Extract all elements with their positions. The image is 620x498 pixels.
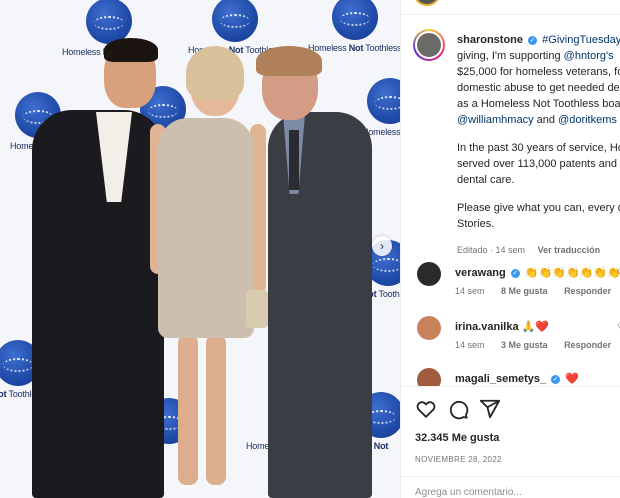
author-username[interactable]: sharonstone xyxy=(457,34,523,46)
comment-username[interactable]: verawang xyxy=(455,267,506,279)
mention-link[interactable]: @hntorg's xyxy=(564,50,614,62)
backdrop-logo: Homeless Not Toothless xyxy=(308,0,400,53)
person-center-dress xyxy=(158,118,254,338)
divider xyxy=(401,476,620,477)
mention-link[interactable]: @williamhmacy xyxy=(457,114,534,126)
comment-text: ❤️ xyxy=(565,373,579,385)
comment-text: 🙏❤️ xyxy=(521,321,550,333)
person-center-hair xyxy=(186,46,244,100)
person-center-clutch xyxy=(246,290,268,328)
hashtag-link[interactable]: #GivingTuesday xyxy=(542,34,620,46)
share-icon[interactable] xyxy=(479,398,501,420)
comment-item: magali_semetys_ ✓ ❤️ xyxy=(417,368,620,386)
backdrop-logo: Homeless Not Toothless xyxy=(188,0,282,55)
reply-button[interactable]: Responder xyxy=(564,340,611,350)
person-right-hair xyxy=(256,46,322,76)
comment-text: 👏👏👏👏👏👏👏 xyxy=(524,267,620,279)
verified-badge-icon: ✓ xyxy=(528,35,538,45)
verified-badge-icon: ✓ xyxy=(551,374,561,384)
person-center-leg xyxy=(206,335,226,485)
author-avatar[interactable] xyxy=(413,29,445,61)
person-center-leg xyxy=(178,335,198,485)
person-left-suit xyxy=(32,110,164,498)
reply-button[interactable]: Responder xyxy=(564,286,611,296)
edited-timestamp: Editado · 14 sem xyxy=(457,245,526,255)
globe-logo-icon xyxy=(331,0,378,40)
post-side-panel: sharonstone ✓ #GivingTuesday i giving, I… xyxy=(400,0,620,498)
person-left-hair xyxy=(104,38,158,62)
comment-username[interactable]: irina.vanilka xyxy=(455,321,519,333)
add-comment-input[interactable]: Agrega un comentario... xyxy=(415,487,522,498)
globe-logo-icon xyxy=(366,78,400,124)
likes-count[interactable]: 32.345 Me gusta xyxy=(415,432,499,444)
comment-likes[interactable]: 8 Me gusta xyxy=(501,286,548,296)
post-photo[interactable]: Homeless Not Toothless Homeless Not Toot… xyxy=(0,0,400,498)
commenter-avatar[interactable] xyxy=(417,262,441,286)
commenter-avatar[interactable] xyxy=(417,316,441,340)
comment-likes[interactable]: 3 Me gusta xyxy=(501,340,548,350)
divider xyxy=(401,386,620,387)
verified-badge-icon: ✓ xyxy=(510,268,520,278)
comment-time: 14 sem xyxy=(455,286,485,296)
heart-icon[interactable] xyxy=(415,398,437,420)
comment-time: 14 sem xyxy=(455,340,485,350)
translate-link[interactable]: Ver traducción xyxy=(538,245,601,255)
globe-logo-icon xyxy=(211,0,258,42)
backdrop-logo: Homeless Not xyxy=(362,78,400,137)
post-date[interactable]: NOVIEMBRE 28, 2022 xyxy=(415,455,502,464)
comment-icon[interactable] xyxy=(447,398,469,420)
carousel-next-button[interactable]: › xyxy=(372,236,392,256)
mention-link[interactable]: @doritkems xyxy=(558,114,617,126)
header-avatar[interactable] xyxy=(413,0,441,6)
divider xyxy=(401,14,620,15)
person-right-suit xyxy=(268,112,372,498)
commenter-avatar[interactable] xyxy=(417,368,441,386)
comment-username[interactable]: magali_semetys_ xyxy=(455,373,546,385)
person-right-tie xyxy=(289,130,299,190)
